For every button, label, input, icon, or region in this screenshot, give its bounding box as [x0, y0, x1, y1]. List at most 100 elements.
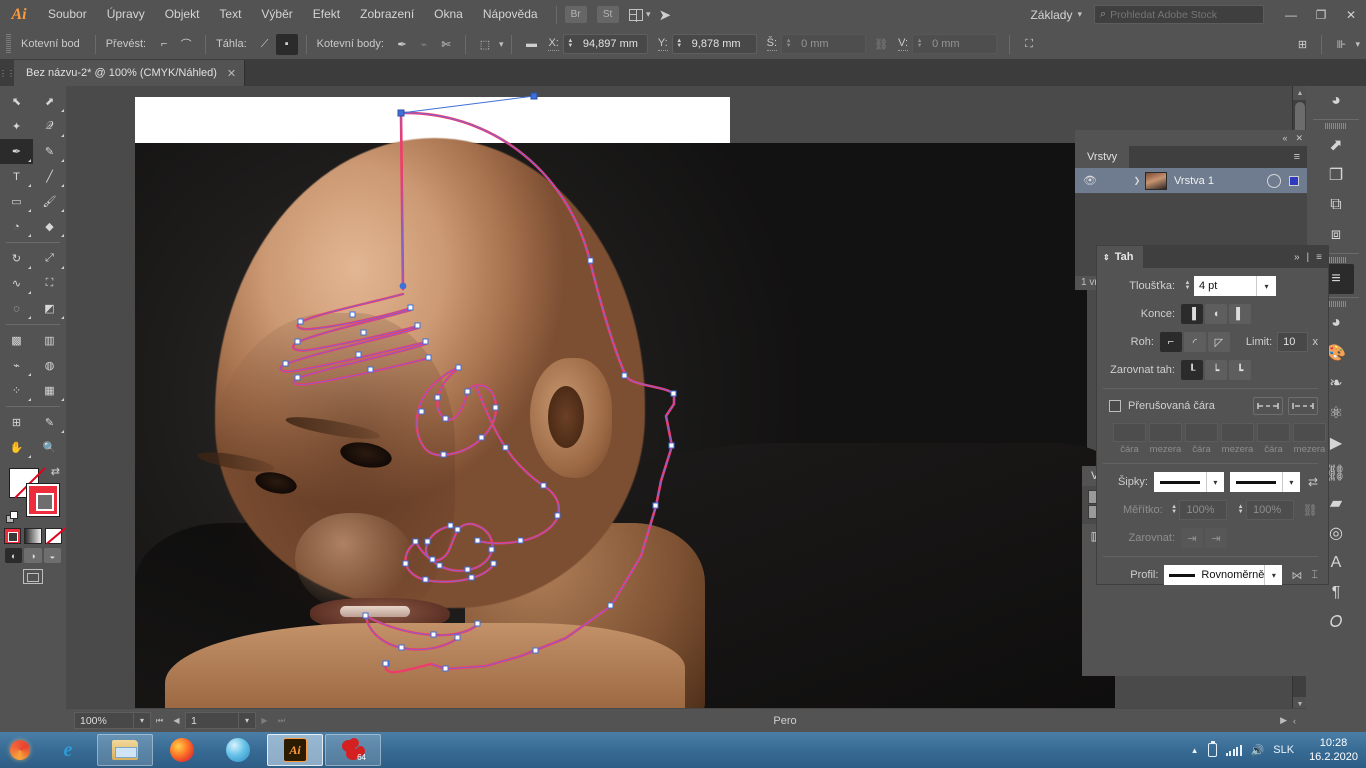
free-transform-tool[interactable]: ⛶: [33, 271, 66, 296]
menu-efekt[interactable]: Efekt: [303, 0, 350, 29]
draw-normal-button[interactable]: ◐: [5, 548, 22, 563]
symbol-sprayer-tool[interactable]: ⁘: [0, 378, 33, 403]
arrow-start-select[interactable]: ▾: [1154, 472, 1224, 492]
chevron-down-icon[interactable]: ▾: [1077, 9, 1094, 20]
x-stepper[interactable]: ▲▼: [564, 39, 577, 49]
pathfinder-icon[interactable]: ❐: [1318, 160, 1354, 190]
slice-tool[interactable]: ✎: [33, 410, 66, 435]
close-panel-icon[interactable]: ✕: [1295, 133, 1303, 144]
scale-tool[interactable]: ⤢: [33, 246, 66, 271]
placed-photo-image[interactable]: [135, 143, 1087, 711]
eye-icon[interactable]: 👁: [1075, 174, 1105, 187]
taskbar-paint-blob[interactable]: 64: [325, 734, 381, 766]
language-indicator[interactable]: SLK: [1273, 744, 1294, 756]
swap-arrows-icon[interactable]: ⇄: [1308, 475, 1318, 489]
stroke-weight-field[interactable]: ▲▼ 4 pt ▾: [1181, 276, 1276, 296]
arrange-documents-grid-icon[interactable]: ⊞: [1291, 34, 1313, 55]
taskbar-browser-orb[interactable]: [210, 734, 266, 766]
stock-icon[interactable]: St: [597, 6, 619, 23]
stroke-weight-stepper[interactable]: ▲▼: [1181, 281, 1194, 291]
volume-icon[interactable]: 🔊: [1251, 744, 1265, 757]
chevron-down-icon[interactable]: ▾: [1355, 39, 1360, 50]
color-mode-button[interactable]: [4, 528, 21, 544]
status-collapse-icon[interactable]: ‹: [1293, 716, 1296, 726]
page-number-value[interactable]: 1: [185, 712, 239, 729]
reference-point-icon[interactable]: ▬: [520, 34, 542, 55]
status-expand-icon[interactable]: ▶: [1280, 715, 1287, 726]
show-hidden-icons-icon[interactable]: ▲: [1191, 746, 1199, 755]
profile-value[interactable]: Rovnoměrně: [1164, 565, 1264, 585]
zoom-dropdown-icon[interactable]: ▾: [134, 712, 151, 729]
dash-input-3[interactable]: [1257, 423, 1290, 442]
paintbrush-tool[interactable]: 🖌: [33, 189, 66, 214]
dash-input-2[interactable]: [1185, 423, 1218, 442]
artboard-tool[interactable]: ⊞: [0, 410, 33, 435]
dash-preserve-icon[interactable]: [1253, 397, 1283, 415]
menu-text[interactable]: Text: [209, 0, 251, 29]
lasso-tool[interactable]: 𝒬: [33, 114, 66, 139]
next-page-icon[interactable]: ▶: [256, 712, 273, 729]
creative-cloud-icon[interactable]: ➤: [659, 6, 672, 24]
direct-selection-tool[interactable]: ⬉: [33, 89, 66, 114]
gap-input-1[interactable]: [1149, 423, 1182, 442]
tab-bar-grip[interactable]: ⋮⋮: [0, 60, 14, 86]
menu-objekt[interactable]: Objekt: [155, 0, 210, 29]
transform-panel-icon[interactable]: ⧉: [1318, 190, 1354, 220]
y-value[interactable]: 9,878 mm: [686, 38, 756, 50]
menu-okna[interactable]: Okna: [424, 0, 473, 29]
zoom-tool[interactable]: 🔍: [33, 435, 66, 460]
network-signal-icon[interactable]: [1226, 744, 1242, 756]
bridge-icon[interactable]: Br: [565, 6, 587, 23]
stroke-swatch[interactable]: [27, 484, 59, 516]
align-inside-icon[interactable]: ┕: [1205, 360, 1227, 380]
default-fill-stroke-icon[interactable]: [6, 511, 19, 524]
gradient-mode-button[interactable]: [24, 528, 41, 544]
zoom-level-value[interactable]: 100%: [74, 712, 134, 729]
panel-docking-icon[interactable]: ⊪: [1330, 34, 1352, 55]
menu-vyber[interactable]: Výběr: [251, 0, 302, 29]
search-input[interactable]: [1110, 9, 1250, 21]
round-join-icon[interactable]: ◜: [1184, 332, 1206, 352]
tab-vrstvy[interactable]: Vrstvy: [1075, 146, 1129, 168]
first-page-icon[interactable]: ⏮: [151, 712, 168, 729]
hand-tool[interactable]: ✋: [0, 435, 33, 460]
none-mode-button[interactable]: [45, 528, 62, 544]
layer-selection-indicator[interactable]: [1289, 176, 1299, 186]
line-segment-tool[interactable]: ╱: [33, 164, 66, 189]
chevron-down-icon[interactable]: ▾: [499, 39, 504, 50]
page-dropdown-icon[interactable]: ▾: [239, 712, 256, 729]
menu-soubor[interactable]: Soubor: [38, 0, 97, 29]
x-field[interactable]: ▲▼ 94,897 mm: [563, 34, 648, 54]
blend-tool[interactable]: ◍: [33, 353, 66, 378]
panel-menu-icon[interactable]: ≡: [1294, 146, 1307, 168]
cut-path-icon[interactable]: ✄: [435, 34, 457, 55]
y-field[interactable]: ▲▼ 9,878 mm: [672, 34, 757, 54]
layer-name[interactable]: Vrstva 1: [1174, 175, 1267, 187]
isolate-anchor-icon[interactable]: ✒: [391, 34, 413, 55]
window-minimize-button[interactable]: —: [1276, 0, 1306, 29]
start-button[interactable]: [0, 732, 40, 768]
gap-input-3[interactable]: [1293, 423, 1326, 442]
shape-builder-tool[interactable]: ◌: [0, 296, 33, 321]
menu-napoveda[interactable]: Nápověda: [473, 0, 548, 29]
clock[interactable]: 10:28 16.2.2020: [1303, 736, 1358, 764]
chevron-down-icon[interactable]: ▾: [1282, 472, 1300, 492]
bevel-join-icon[interactable]: ◸: [1208, 332, 1230, 352]
close-icon[interactable]: ✕: [227, 67, 236, 80]
mesh-tool[interactable]: ▩: [0, 328, 33, 353]
stock-search-box[interactable]: ⌕: [1094, 5, 1264, 24]
stroke-weight-value[interactable]: 4 pt: [1194, 276, 1256, 296]
selection-tool[interactable]: ⬉: [0, 89, 33, 114]
dashed-line-checkbox[interactable]: [1109, 400, 1121, 412]
transform-icon[interactable]: ⬚: [474, 34, 496, 55]
control-bar-grip[interactable]: [6, 34, 11, 54]
opentype-panel-icon[interactable]: 𝑂: [1318, 608, 1354, 638]
perspective-grid-tool[interactable]: ◩: [33, 296, 66, 321]
taskbar-internet-explorer[interactable]: e: [40, 734, 96, 766]
draw-inside-button[interactable]: ◒: [44, 548, 61, 563]
window-close-button[interactable]: ✕: [1336, 0, 1366, 29]
export-icon[interactable]: ⬈: [1318, 130, 1354, 160]
butt-cap-icon[interactable]: ▐: [1181, 304, 1203, 324]
collapse-panel-icon[interactable]: «: [1282, 133, 1287, 143]
projecting-cap-icon[interactable]: ▌: [1229, 304, 1251, 324]
